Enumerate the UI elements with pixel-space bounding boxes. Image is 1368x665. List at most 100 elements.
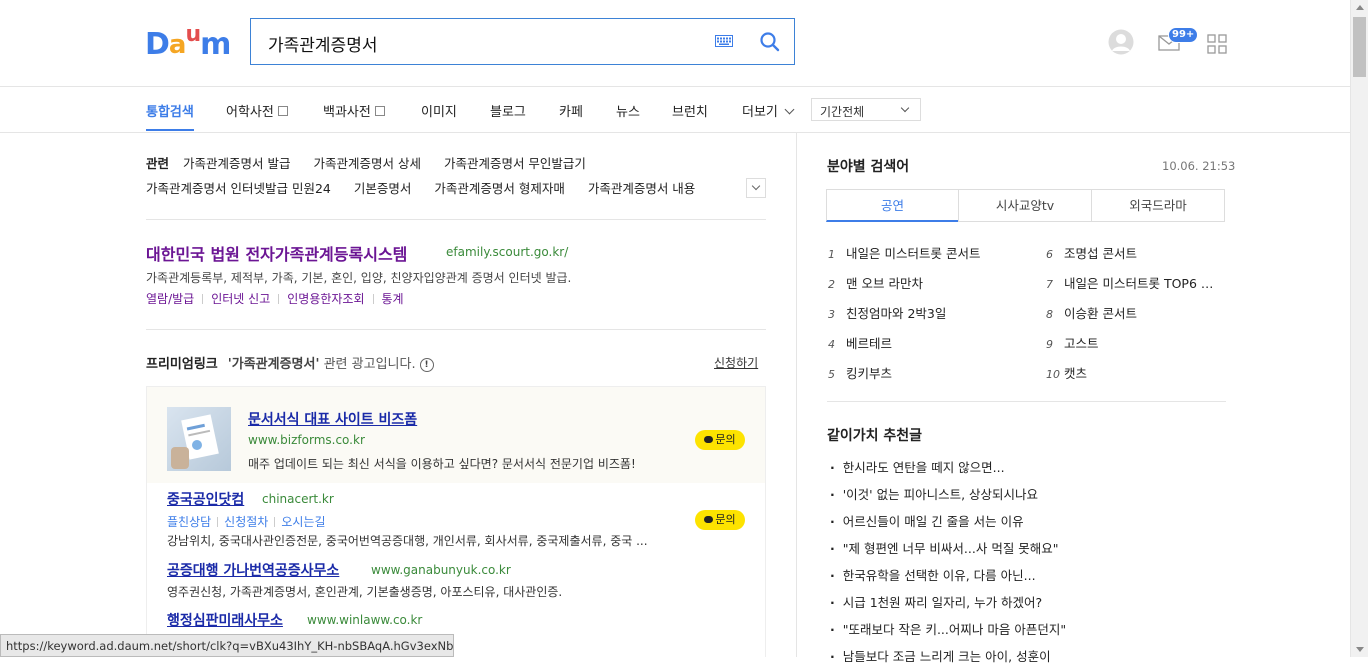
trend-rank-item[interactable]: 7 내일은 미스터트롯 TOP6 … xyxy=(1046,273,1213,292)
ad-title[interactable]: 공증대행 가나번역공증사무소 xyxy=(167,560,339,580)
trend-tab-current-affairs[interactable]: 시사교양tv xyxy=(958,189,1092,222)
sitelink[interactable]: 인터넷 신고 xyxy=(211,292,270,306)
ad-url[interactable]: chinacert.kr xyxy=(262,492,334,506)
related-link[interactable]: 가족관계증명서 형제자매 xyxy=(434,181,564,196)
related-link[interactable]: 기본증명서 xyxy=(354,181,412,196)
sitelink[interactable]: 열람/발급 xyxy=(146,292,194,306)
rank-number: 4 xyxy=(828,338,835,351)
new-window-icon xyxy=(374,106,385,116)
sitelink[interactable]: 통계 xyxy=(382,292,404,306)
recommend-item[interactable]: 남들보다 조금 느리게 크는 아이, 성훈이 xyxy=(830,646,1051,665)
ad-sublink[interactable]: 신청절차 xyxy=(224,515,268,529)
recommend-item[interactable]: 시급 1천원 짜리 일자리, 누가 하겠어? xyxy=(830,592,1042,611)
tab-brunch[interactable]: 브런치 xyxy=(672,101,708,120)
rank-number: 8 xyxy=(1046,308,1053,321)
recommend-item[interactable]: 한국유학을 선택한 이유, 다름 아닌... xyxy=(830,565,1036,584)
divider xyxy=(146,219,766,220)
ad-title[interactable]: 행정심판미래사무소 xyxy=(167,610,283,630)
chat-bubble-icon xyxy=(704,436,714,443)
profile-icon[interactable] xyxy=(1108,29,1134,55)
trend-rank-item[interactable]: 3 친정엄마와 2박3일 xyxy=(828,303,946,322)
ask-button[interactable]: 문의 xyxy=(695,430,745,450)
search-icon[interactable] xyxy=(759,31,781,53)
tab-news[interactable]: 뉴스 xyxy=(616,101,640,120)
trend-rank-item[interactable]: 4 베르테르 xyxy=(828,333,892,352)
apps-grid-icon[interactable] xyxy=(1207,34,1227,54)
ask-button-label: 문의 xyxy=(715,433,736,446)
scrollbar-thumb[interactable] xyxy=(1353,17,1366,77)
rank-label: 캣츠 xyxy=(1064,366,1088,381)
tab-encyclopedia[interactable]: 백과사전 xyxy=(323,101,385,120)
related-link[interactable]: 가족관계증명서 상세 xyxy=(313,156,420,171)
browser-status-bar: https://keyword.ad.daum.net/short/clk?q=… xyxy=(0,634,454,657)
related-searches: 관련 가족관계증명서 발급 가족관계증명서 상세 가족관계증명서 무인발급기 가… xyxy=(146,153,766,203)
search-input[interactable] xyxy=(266,28,700,58)
chevron-down-icon xyxy=(784,104,795,115)
rank-label: 베르테르 xyxy=(846,336,893,351)
tab-dictionary[interactable]: 어학사전 xyxy=(226,101,288,120)
trend-tab-performance[interactable]: 공연 xyxy=(826,189,959,222)
ad-title[interactable]: 중국공인닷컴 xyxy=(167,489,244,509)
related-link[interactable]: 가족관계증명서 발급 xyxy=(183,156,290,171)
tab-cafe[interactable]: 카페 xyxy=(559,101,583,120)
ad-title[interactable]: 문서서식 대표 사이트 비즈폼 xyxy=(248,409,417,429)
trend-rank-item[interactable]: 2 맨 오브 라만차 xyxy=(828,273,923,292)
info-icon[interactable]: ! xyxy=(419,358,434,372)
ad-description: 강남위치, 중국대사관인증전문, 중국어번역공증대행, 개인서류, 회사서류, … xyxy=(167,534,648,548)
rank-label: 맨 오브 라만차 xyxy=(846,276,923,291)
tab-image[interactable]: 이미지 xyxy=(421,101,457,120)
related-expand-button[interactable] xyxy=(746,178,766,198)
document-illustration-icon xyxy=(171,414,219,469)
period-select[interactable]: 기간전체 xyxy=(811,98,921,121)
related-link[interactable]: 가족관계증명서 인터넷발급 민원24 xyxy=(146,181,331,196)
related-link[interactable]: 가족관계증명서 내용 xyxy=(588,181,695,196)
keyboard-icon[interactable] xyxy=(715,35,733,47)
divider xyxy=(372,294,374,304)
trend-rank-item[interactable]: 1 내일은 미스터트롯 콘서트 xyxy=(828,243,980,262)
trend-rank-item[interactable]: 10 캣츠 xyxy=(1046,363,1087,382)
scroll-down-arrow-icon[interactable] xyxy=(1356,647,1364,652)
ad-sublink[interactable]: 오시는길 xyxy=(281,515,325,529)
chevron-down-icon xyxy=(900,103,910,113)
related-label: 관련 xyxy=(146,156,170,171)
new-window-icon xyxy=(277,106,288,116)
trend-rank-item[interactable]: 9 고스트 xyxy=(1046,333,1099,352)
ask-button[interactable]: 문의 xyxy=(695,510,745,530)
rank-number: 7 xyxy=(1046,278,1053,291)
trend-tabs: 공연 시사교양tv 외국드라마 xyxy=(826,189,1225,222)
trend-timestamp: 10.06. 21:53 xyxy=(1162,159,1236,173)
search-tabs: 통합검색 어학사전 백과사전 이미지 블로그 카페 뉴스 브런치 더보기 기간전… xyxy=(0,87,1350,133)
related-link[interactable]: 가족관계증명서 무인발급기 xyxy=(444,156,586,171)
recommend-item[interactable]: '이것' 없는 피아니스트, 상상되시나요 xyxy=(830,484,1038,503)
recommend-item[interactable]: "또래보다 작은 키...어찌나 마음 아픈던지" xyxy=(830,619,1066,638)
ad-url[interactable]: www.ganabunyuk.co.kr xyxy=(371,563,511,577)
ad-thumbnail[interactable] xyxy=(167,407,231,471)
result-title[interactable]: 대한민국 법원 전자가족관계등록시스템 xyxy=(146,241,407,265)
vertical-scrollbar[interactable] xyxy=(1350,0,1368,657)
sitelink[interactable]: 인명용한자조회 xyxy=(287,292,364,306)
ad-url[interactable]: www.winlaww.co.kr xyxy=(307,613,422,627)
ad-url[interactable]: www.bizforms.co.kr xyxy=(248,433,365,447)
trend-rank-item[interactable]: 8 이승환 콘서트 xyxy=(1046,303,1137,322)
search-box xyxy=(250,18,795,65)
trend-tab-foreign-drama[interactable]: 외국드라마 xyxy=(1091,189,1225,222)
apply-ad-link[interactable]: 신청하기 xyxy=(714,354,758,371)
daum-logo[interactable]: D a u m xyxy=(145,22,231,60)
mail-count-badge: 99+ xyxy=(1168,27,1199,43)
recommend-item[interactable]: "제 형편엔 너무 비싸서...사 먹질 못해요" xyxy=(830,538,1059,557)
scroll-up-arrow-icon[interactable] xyxy=(1356,5,1364,10)
tab-blog[interactable]: 블로그 xyxy=(490,101,526,120)
tab-more-label: 더보기 xyxy=(742,105,778,120)
premium-link-header: 프리미엄링크 '가족관계증명서' 관련 광고입니다.! xyxy=(146,353,434,372)
ad-sublink[interactable]: 플친상담 xyxy=(167,515,211,529)
trend-rank-item[interactable]: 6 조명섭 콘서트 xyxy=(1046,243,1137,262)
recommend-item[interactable]: 한시라도 연탄을 떼지 않으면... xyxy=(830,457,1005,476)
result-url[interactable]: efamily.scourt.go.kr/ xyxy=(446,245,568,259)
recommend-item[interactable]: 어르신들이 매일 긴 줄을 서는 이유 xyxy=(830,511,1024,530)
premium-keyword: '가족관계증명서' xyxy=(227,357,320,372)
result-sitelinks: 열람/발급 인터넷 신고 인명용한자조회 통계 xyxy=(146,290,404,307)
tab-more[interactable]: 더보기 xyxy=(742,101,795,120)
trend-rank-item[interactable]: 5 킹키부츠 xyxy=(828,363,892,382)
rank-label: 킹키부츠 xyxy=(846,366,893,381)
tab-total-search[interactable]: 통합검색 xyxy=(146,101,194,120)
